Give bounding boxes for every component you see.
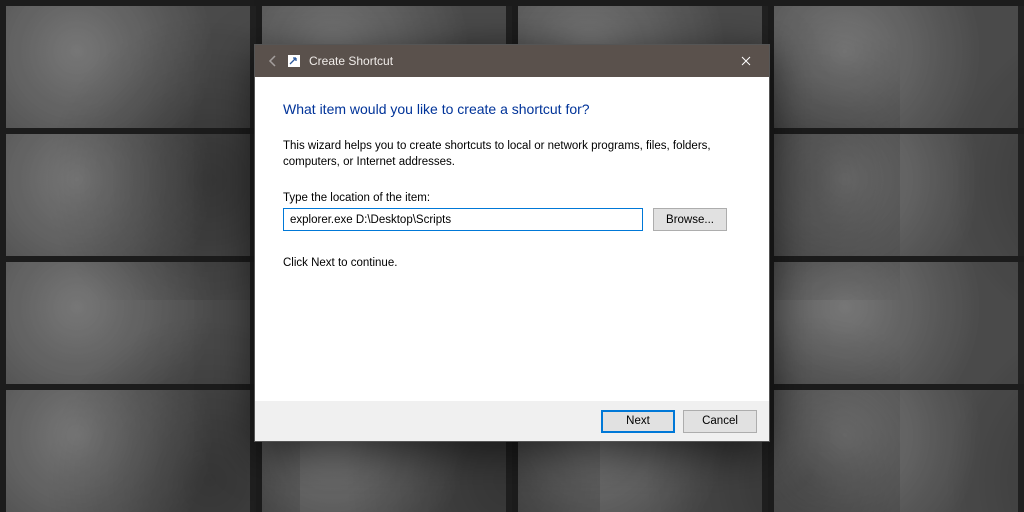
location-label: Type the location of the item: [283,192,741,204]
back-icon [265,53,281,69]
browse-button[interactable]: Browse... [653,208,727,231]
page-heading: What item would you like to create a sho… [283,101,741,117]
titlebar[interactable]: Create Shortcut [255,45,769,77]
create-shortcut-dialog: Create Shortcut What item would you like… [254,44,770,442]
instruction-text: Click Next to continue. [283,257,741,269]
page-description: This wizard helps you to create shortcut… [283,139,733,170]
close-button[interactable] [723,45,769,77]
window-title: Create Shortcut [309,54,393,68]
cancel-button[interactable]: Cancel [683,410,757,433]
shortcut-wizard-icon [287,54,301,68]
next-button[interactable]: Next [601,410,675,433]
location-row: Browse... [283,208,741,231]
wizard-page: What item would you like to create a sho… [255,77,769,401]
close-icon [741,56,751,66]
dialog-footer: Next Cancel [255,401,769,441]
location-input[interactable] [283,208,643,231]
